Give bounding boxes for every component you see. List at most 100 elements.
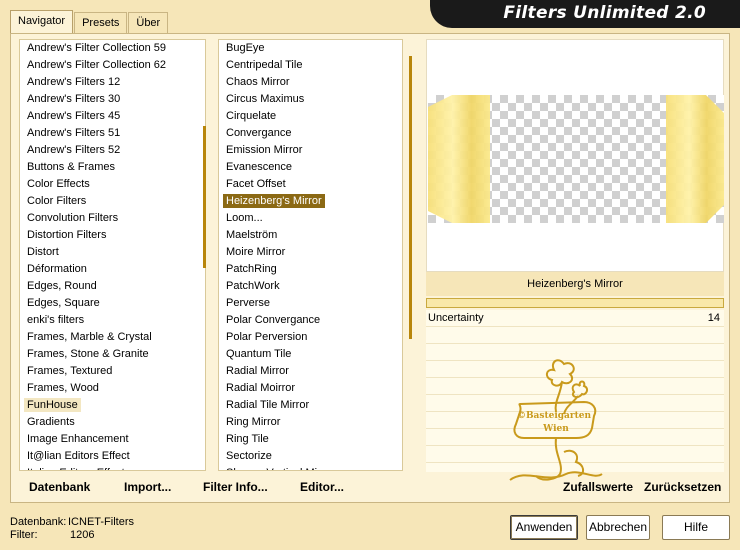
list-item[interactable]: Moire Mirror — [219, 244, 402, 261]
list-item[interactable]: Gradients — [20, 414, 205, 431]
selected-filter-name: Heizenberg's Mirror — [426, 272, 724, 296]
parameter-row-empty — [426, 361, 724, 378]
list-item[interactable]: Italian Editors Effect — [20, 465, 205, 470]
list-item[interactable]: Maelström — [219, 227, 402, 244]
list-item-label: Emission Mirror — [226, 144, 303, 156]
list-item-label: Frames, Marble & Crystal — [27, 331, 152, 343]
database-button[interactable]: Datenbank — [29, 480, 90, 494]
list-item[interactable]: Convolution Filters — [20, 210, 205, 227]
list-item-label: Andrew's Filters 52 — [27, 144, 121, 156]
list-item[interactable]: Frames, Stone & Granite — [20, 346, 205, 363]
list-item[interactable]: Andrew's Filters 30 — [20, 91, 205, 108]
parameter-row-empty — [426, 395, 724, 412]
category-list[interactable]: Andrew's Filter Collection 59 Andrew's Fi… — [19, 39, 206, 471]
parameter-value[interactable]: 14 — [708, 310, 720, 327]
list-item-label: Heizenberg's Mirror — [223, 194, 325, 208]
list-item[interactable]: Convergance — [219, 125, 402, 142]
list-item-label: Buttons & Frames — [27, 161, 116, 173]
list-item[interactable]: Distortion Filters — [20, 227, 205, 244]
apply-button[interactable]: Anwenden — [510, 515, 578, 540]
list-item[interactable]: Radial Moirror — [219, 380, 402, 397]
list-item[interactable]: Radial Tile Mirror — [219, 397, 402, 414]
list-item-label: enki's filters — [27, 314, 85, 326]
list-item[interactable]: Ring Mirror — [219, 414, 402, 431]
parameter-list: Uncertainty 14 — [426, 310, 724, 472]
random-values-button[interactable]: Zufallswerte — [563, 480, 633, 494]
list-item[interactable]: Edges, Square — [20, 295, 205, 312]
list-item[interactable]: FunHouse — [20, 397, 205, 414]
list-item-label: Distortion Filters — [27, 229, 107, 241]
list-item[interactable]: Facet Offset — [219, 176, 402, 193]
list-item-label: Facet Offset — [226, 178, 286, 190]
filter-list[interactable]: BugEye Centripedal Tile Chaos Mirror Circus… — [218, 39, 403, 471]
list-item-label: FunHouse — [24, 398, 81, 412]
import-button[interactable]: Import... — [124, 480, 171, 494]
reset-button[interactable]: Zurücksetzen — [644, 480, 721, 494]
filter-info-button[interactable]: Filter Info... — [203, 480, 268, 494]
list-item-label: Andrew's Filter Collection 59 — [27, 42, 167, 54]
list-item[interactable]: Color Filters — [20, 193, 205, 210]
list-item[interactable]: Cirquelate — [219, 108, 402, 125]
list-item[interactable]: Frames, Marble & Crystal — [20, 329, 205, 346]
list-item[interactable]: PatchRing — [219, 261, 402, 278]
preview-shape-left — [428, 95, 490, 223]
list-item[interactable]: Frames, Wood — [20, 380, 205, 397]
list-item[interactable]: It@lian Editors Effect — [20, 448, 205, 465]
list-item[interactable]: Distort — [20, 244, 205, 261]
list-item[interactable]: Heizenberg's Mirror — [219, 193, 402, 210]
list-item[interactable]: Buttons & Frames — [20, 159, 205, 176]
list-item[interactable]: Polar Convergance — [219, 312, 402, 329]
list-item[interactable]: Quantum Tile — [219, 346, 402, 363]
tab-uber[interactable]: Über — [128, 12, 169, 33]
list-item[interactable]: Centripedal Tile — [219, 57, 402, 74]
list-item[interactable]: Andrew's Filters 51 — [20, 125, 205, 142]
list-item[interactable]: Polar Perversion — [219, 329, 402, 346]
cancel-button[interactable]: Abbrechen — [586, 515, 650, 540]
editor-button[interactable]: Editor... — [300, 480, 344, 494]
panel-toolbar: Datenbank Import... Filter Info... Edito… — [11, 474, 729, 502]
tab-presets[interactable]: Presets — [74, 12, 128, 33]
list-item[interactable]: Evanescence — [219, 159, 402, 176]
list-item[interactable]: Andrew's Filters 12 — [20, 74, 205, 91]
list-item-label: Edges, Square — [27, 297, 100, 309]
list-item[interactable]: Andrew's Filter Collection 59 — [20, 40, 205, 57]
category-scrollbar[interactable] — [203, 126, 206, 268]
help-button[interactable]: Hilfe — [662, 515, 730, 540]
list-item[interactable]: Sectorize — [219, 448, 402, 465]
list-item[interactable]: Andrew's Filters 52 — [20, 142, 205, 159]
list-item-label: Frames, Textured — [27, 365, 113, 377]
list-item[interactable]: Radial Mirror — [219, 363, 402, 380]
list-item[interactable]: Circus Maximus — [219, 91, 402, 108]
filter-count-label: Filter: — [10, 529, 38, 541]
list-item[interactable]: Andrew's Filters 45 — [20, 108, 205, 125]
list-item[interactable]: Edges, Round — [20, 278, 205, 295]
list-item[interactable]: Chaos Mirror — [219, 74, 402, 91]
list-item[interactable]: Image Enhancement — [20, 431, 205, 448]
filter-scrollbar[interactable] — [409, 56, 412, 339]
parameter-row[interactable]: Uncertainty 14 — [426, 310, 724, 327]
list-item-label: Frames, Stone & Granite — [27, 348, 149, 360]
list-item[interactable]: Déformation — [20, 261, 205, 278]
list-item[interactable]: Andrew's Filter Collection 62 — [20, 57, 205, 74]
tab-navigator[interactable]: Navigator — [10, 10, 74, 33]
list-item-label: Cirquelate — [226, 110, 277, 122]
list-item[interactable]: PatchWork — [219, 278, 402, 295]
list-item-label: Sectorize — [226, 450, 272, 462]
list-item[interactable]: Frames, Textured — [20, 363, 205, 380]
title-banner: Filters Unlimited 2.0 — [430, 0, 740, 28]
list-item[interactable]: BugEye — [219, 40, 402, 57]
list-item[interactable]: enki's filters — [20, 312, 205, 329]
app-title: Filters Unlimited 2.0 — [503, 3, 706, 23]
list-item-label: Maelström — [226, 229, 278, 241]
list-item[interactable]: Ring Tile — [219, 431, 402, 448]
list-item-label: It@lian Editors Effect — [27, 450, 130, 462]
list-item[interactable]: Emission Mirror — [219, 142, 402, 159]
list-item[interactable]: Perverse — [219, 295, 402, 312]
list-item[interactable]: Shaggy Vertical Mirror — [219, 465, 402, 470]
list-item-label: Polar Perversion — [226, 331, 308, 343]
list-item-label: Déformation — [27, 263, 87, 275]
list-item[interactable]: Loom... — [219, 210, 402, 227]
list-item[interactable]: Color Effects — [20, 176, 205, 193]
list-item-label: Andrew's Filter Collection 62 — [27, 59, 167, 71]
list-item-label: Radial Mirror — [226, 365, 289, 377]
